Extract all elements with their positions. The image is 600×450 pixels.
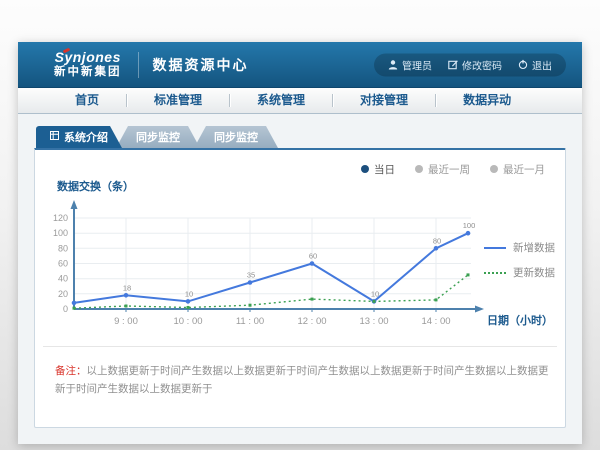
- tab-sync-monitor-1[interactable]: 同步监控: [116, 126, 200, 148]
- edit-icon: [448, 60, 458, 70]
- footnote-prefix: 备注：: [55, 365, 87, 377]
- svg-text:13 : 00: 13 : 00: [359, 316, 388, 327]
- user-toolbar: 管理员 修改密码 退出: [374, 53, 566, 76]
- svg-text:20: 20: [58, 289, 68, 299]
- app-title: 数据资源中心: [153, 55, 249, 75]
- svg-text:9 : 00: 9 : 00: [114, 316, 138, 327]
- svg-text:18: 18: [123, 283, 131, 292]
- footnote-text: 以上数据更新于时间产生数据以上数据更新于时间产生数据以上数据更新于时间产生数据以…: [55, 365, 549, 395]
- change-password-label: 修改密码: [462, 57, 502, 72]
- logout-button[interactable]: 退出: [518, 57, 552, 72]
- logout-label: 退出: [532, 57, 552, 72]
- nav-item-data-change[interactable]: 数据异动: [436, 88, 538, 113]
- content-area: 系统介绍 同步监控 同步监控 当日 最: [18, 114, 582, 444]
- nav-item-system-mgmt[interactable]: 系统管理: [230, 88, 332, 113]
- svg-text:10 : 00: 10 : 00: [173, 316, 202, 327]
- user-menu[interactable]: 管理员: [388, 57, 432, 72]
- svg-text:12 : 00: 12 : 00: [297, 316, 326, 327]
- header-divider: [138, 52, 139, 78]
- page: Synjones 新中新集团 数据资源中心 管理员 修改密码 退出: [0, 42, 600, 450]
- radio-dot-icon: [490, 165, 498, 173]
- svg-text:35: 35: [247, 271, 255, 280]
- period-filter: 当日 最近一周 最近一月: [43, 158, 557, 176]
- chart-panel: 当日 最近一周 最近一月 数据交换（条） 0 20 40 60 80 100 120 9 : …: [34, 148, 566, 428]
- radio-dot-icon: [415, 165, 423, 173]
- app-window: Synjones 新中新集团 数据资源中心 管理员 修改密码 退出: [18, 42, 582, 444]
- svg-text:100: 100: [53, 228, 68, 238]
- svg-text:120: 120: [53, 213, 68, 223]
- chart-container: 0 20 40 60 80 100 120 9 : 00 10 : 00 11 : 00 12 : …: [47, 194, 557, 334]
- nav-item-interface-mgmt[interactable]: 对接管理: [333, 88, 435, 113]
- radio-dot-icon: [361, 165, 369, 173]
- user-icon: [388, 60, 398, 70]
- svg-text:0: 0: [63, 304, 68, 314]
- nav-item-home[interactable]: 首页: [48, 88, 126, 113]
- tab-system-intro[interactable]: 系统介绍: [36, 126, 122, 148]
- chart-y-axis-title: 数据交换（条）: [57, 178, 557, 194]
- svg-text:80: 80: [433, 236, 441, 245]
- legend-item-update-data[interactable]: 更新数据: [484, 265, 555, 280]
- dotted-line-icon: [484, 272, 506, 274]
- tab-label: 同步监控: [214, 129, 258, 145]
- radio-last-month[interactable]: 最近一月: [490, 162, 545, 176]
- app-header: Synjones 新中新集团 数据资源中心 管理员 修改密码 退出: [18, 42, 582, 88]
- solid-line-icon: [484, 247, 506, 249]
- logo-subtitle: 新中新集团: [54, 65, 122, 79]
- tab-bar: 系统介绍 同步监控 同步监控: [36, 126, 566, 148]
- svg-text:60: 60: [309, 252, 317, 261]
- line-chart: 0 20 40 60 80 100 120 9 : 00 10 : 00 11 : 00 12 : …: [47, 194, 559, 334]
- user-label: 管理员: [402, 57, 432, 72]
- svg-text:100: 100: [463, 221, 476, 230]
- chart-legend: 新增数据 更新数据: [484, 240, 555, 280]
- radio-label: 当日: [374, 162, 395, 177]
- main-nav: 首页 标准管理 系统管理 对接管理 数据异动: [18, 88, 582, 114]
- radio-last-week[interactable]: 最近一周: [415, 162, 470, 176]
- svg-text:60: 60: [58, 259, 68, 269]
- change-password-button[interactable]: 修改密码: [448, 57, 502, 72]
- radio-today[interactable]: 当日: [361, 162, 395, 176]
- svg-text:11 : 00: 11 : 00: [236, 316, 264, 327]
- brand-logo: Synjones 新中新集团: [54, 50, 122, 79]
- power-icon: [518, 60, 528, 70]
- svg-text:10: 10: [371, 289, 379, 298]
- grid-icon: [50, 131, 59, 143]
- tab-sync-monitor-2[interactable]: 同步监控: [194, 126, 278, 148]
- radio-label: 最近一周: [428, 162, 470, 177]
- footnote: 备注：以上数据更新于时间产生数据以上数据更新于时间产生数据以上数据更新于时间产生…: [43, 346, 557, 397]
- radio-label: 最近一月: [503, 162, 545, 177]
- svg-text:14 : 00: 14 : 00: [421, 316, 450, 327]
- legend-label: 更新数据: [513, 265, 555, 280]
- tab-label: 同步监控: [136, 129, 180, 145]
- legend-label: 新增数据: [513, 240, 555, 255]
- legend-item-new-data[interactable]: 新增数据: [484, 240, 555, 255]
- svg-text:80: 80: [58, 243, 68, 253]
- tab-label: 系统介绍: [64, 129, 108, 145]
- svg-text:10: 10: [185, 289, 193, 298]
- svg-text:日期（小时）: 日期（小时）: [487, 313, 553, 327]
- nav-item-standard-mgmt[interactable]: 标准管理: [127, 88, 229, 113]
- svg-text:40: 40: [58, 274, 68, 284]
